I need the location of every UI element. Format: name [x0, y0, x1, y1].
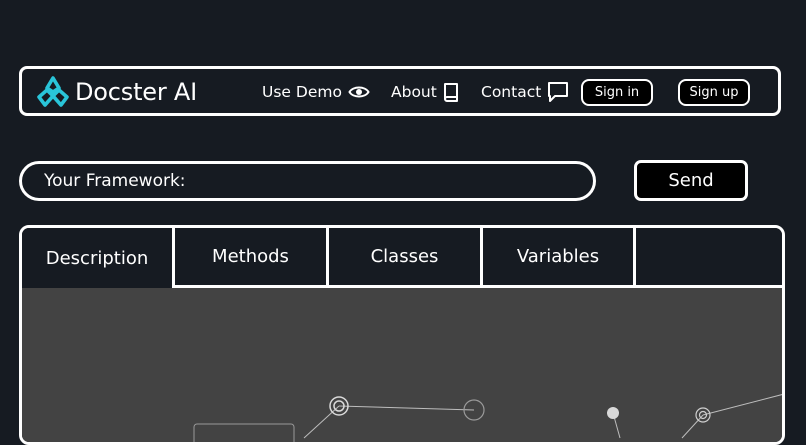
nav-link-use-demo[interactable]: Use Demo — [262, 78, 370, 106]
top-navbar: Docster AI Use Demo About Contact Sign i… — [19, 66, 781, 116]
graph-node-label-box — [193, 423, 295, 442]
tab-variables[interactable]: Variables — [483, 228, 636, 288]
graph-node — [607, 407, 619, 419]
sign-up-button[interactable]: Sign up — [678, 79, 750, 106]
tab-methods[interactable]: Methods — [175, 228, 329, 288]
book-icon — [443, 83, 458, 102]
framework-search-field[interactable] — [19, 161, 596, 201]
graph-edge — [303, 405, 340, 439]
nav-link-label: About — [391, 83, 437, 101]
chat-bubble-icon — [548, 82, 569, 102]
graph-edge — [338, 405, 475, 411]
tab-classes[interactable]: Classes — [329, 228, 483, 288]
tab-description[interactable]: Description — [22, 228, 175, 288]
send-button[interactable]: Send — [634, 160, 748, 201]
brand[interactable]: Docster AI — [35, 76, 197, 108]
framework-input[interactable] — [42, 170, 593, 192]
nav-link-about[interactable]: About — [391, 78, 459, 106]
eye-icon — [348, 86, 370, 98]
graph-edge — [681, 414, 704, 439]
node-graph — [193, 394, 782, 442]
nav-link-contact[interactable]: Contact — [481, 78, 569, 106]
nav-link-label: Use Demo — [262, 83, 342, 101]
results-panel: Description Methods Classes Variables — [19, 225, 785, 445]
nav-link-label: Contact — [481, 83, 542, 101]
graph-edge — [702, 394, 782, 416]
brand-name: Docster AI — [75, 78, 198, 106]
graph-canvas[interactable] — [22, 288, 782, 442]
tab-bar-filler — [636, 228, 782, 288]
docster-logo-icon — [37, 76, 69, 107]
sign-in-button[interactable]: Sign in — [581, 79, 653, 106]
